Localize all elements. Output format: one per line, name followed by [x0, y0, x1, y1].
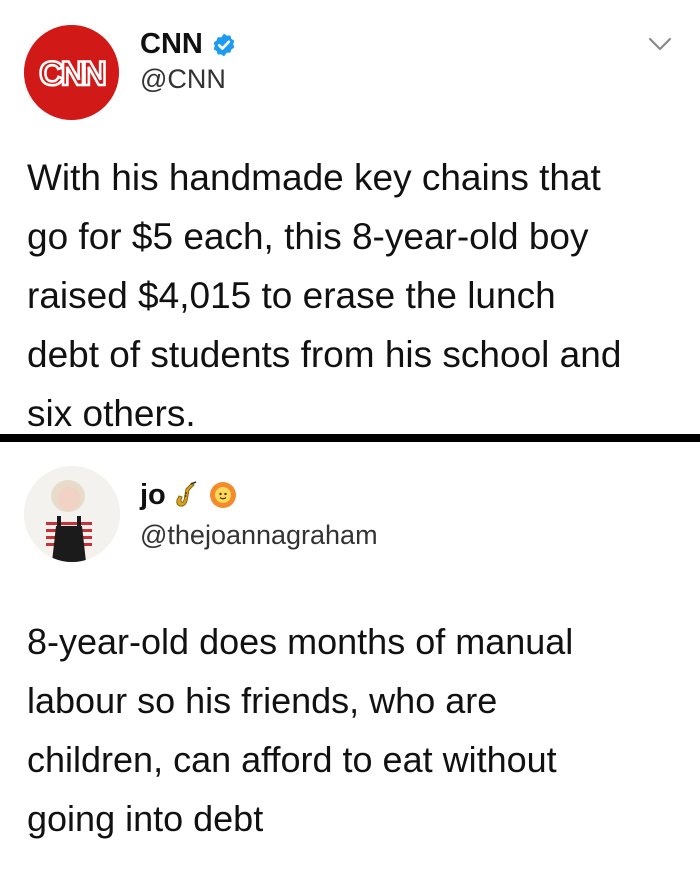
author-name-row: CNN	[140, 30, 237, 59]
cnn-logo-text: CNN	[39, 55, 105, 93]
sun-face-icon	[209, 482, 236, 508]
author-display-name[interactable]: CNN	[140, 30, 203, 59]
divider	[0, 434, 700, 442]
cnn-avatar[interactable]: CNN	[24, 25, 119, 120]
author-handle[interactable]: @CNN	[140, 66, 226, 93]
profile-photo-icon	[24, 466, 120, 562]
author-handle[interactable]: @thejoannagraham	[140, 522, 378, 549]
jo-avatar[interactable]	[24, 466, 120, 562]
tweet-text: With his handmade key chains that go for…	[27, 157, 622, 434]
author-display-name[interactable]: jo	[140, 480, 166, 510]
tweet-text: 8-year-old does months of manual labour …	[27, 621, 574, 839]
verified-badge-icon	[213, 33, 235, 56]
chevron-down-icon[interactable]	[648, 36, 672, 52]
reply-tweet: jo @thejoannagraham 8-year-old does mont…	[0, 442, 700, 874]
author-name-row: jo	[140, 480, 238, 510]
saxophone-icon	[176, 481, 197, 507]
cnn-logo-icon: CNN	[24, 25, 119, 120]
cnn-tweet: CNN CNN @CNN With his handmade key chain…	[0, 0, 700, 434]
